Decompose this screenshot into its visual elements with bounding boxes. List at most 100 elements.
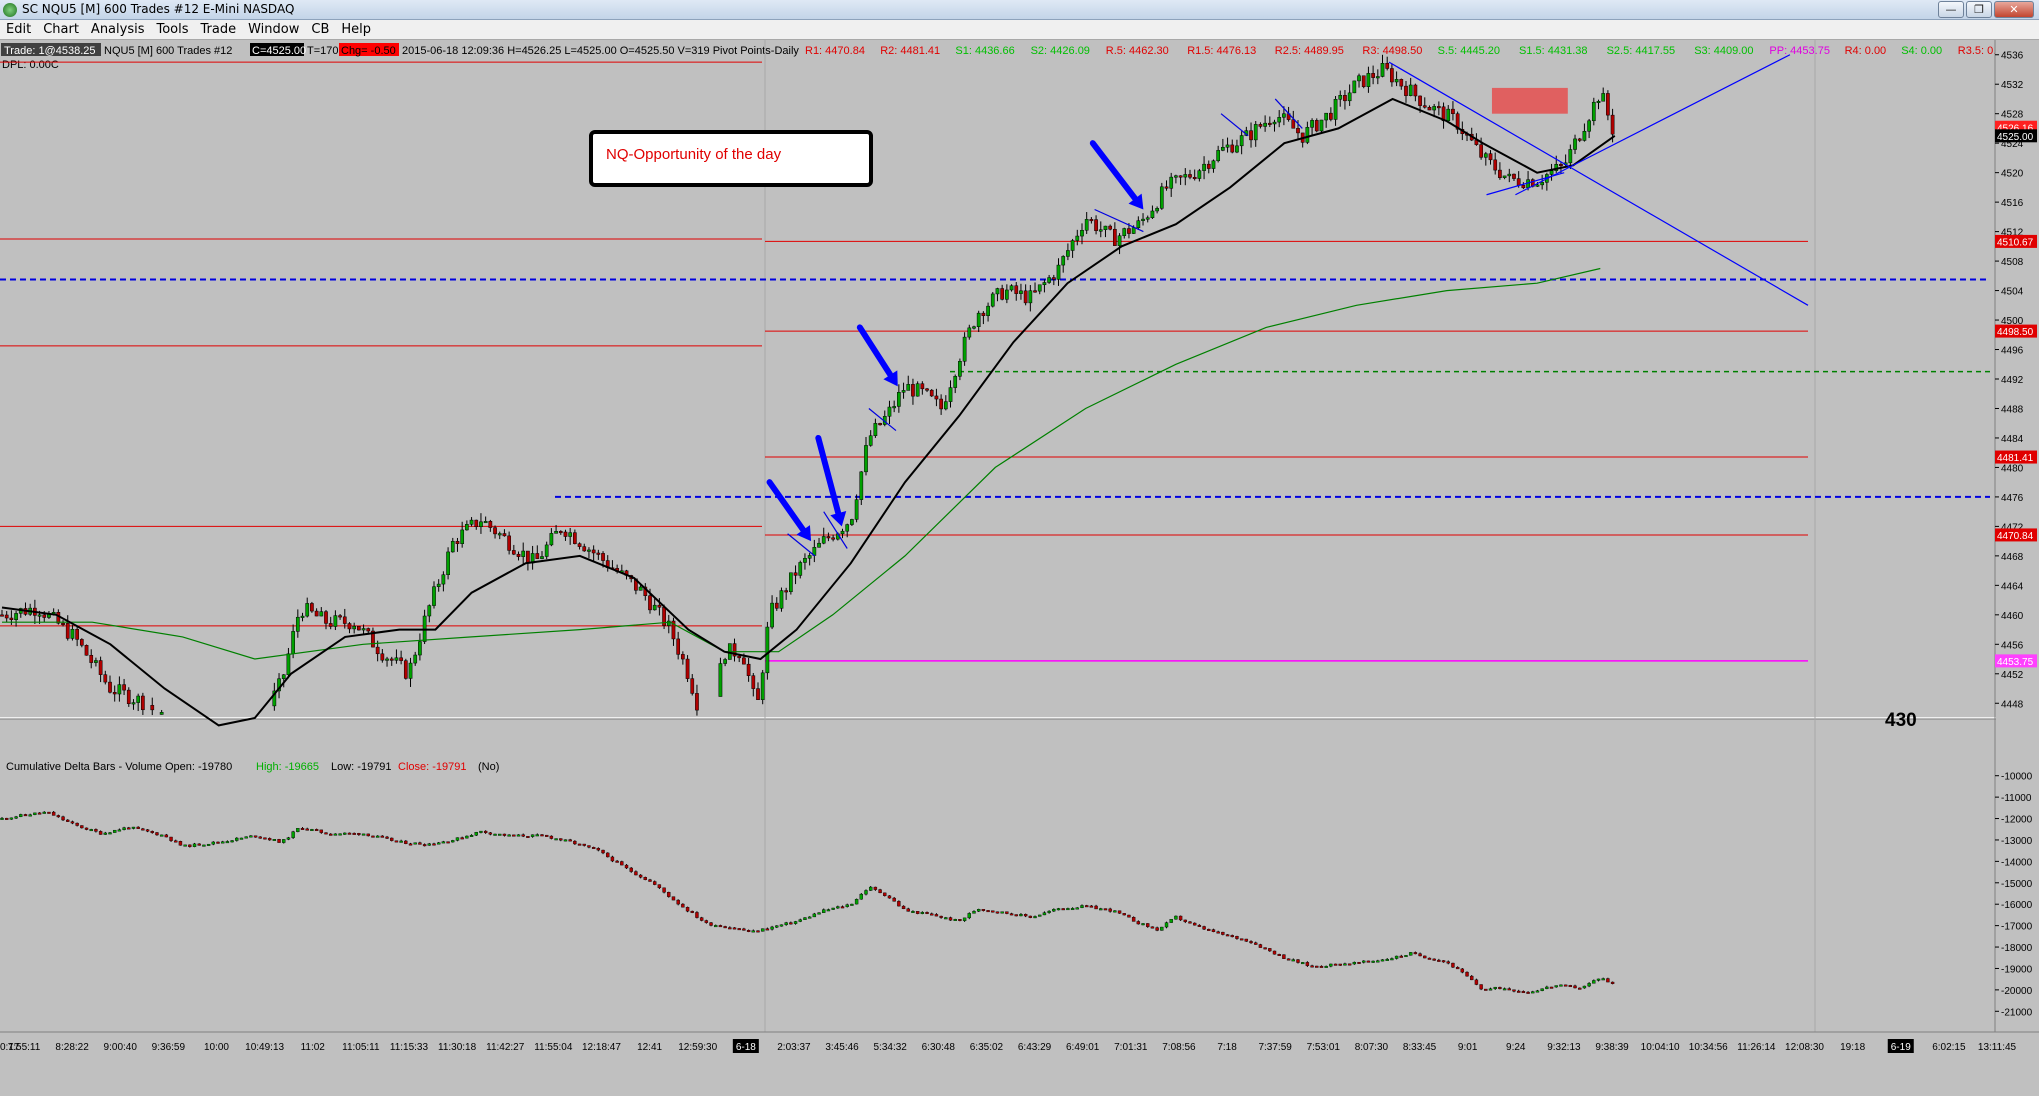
candle-body [1512,173,1516,179]
delta-bar [699,917,704,921]
candle-body [1502,175,1507,178]
chart-area[interactable]: Trade: 1@4538.25 NQU5 [M] 600 Trades #12… [0,40,2039,1092]
candle-body [446,551,450,575]
candle-body [953,376,958,388]
candle-body [408,662,413,679]
candle-body [1178,175,1183,178]
candle-body [1009,285,1014,291]
delta-tick-label: -18000 [2001,943,2033,954]
menu-edit[interactable]: Edit [0,20,37,37]
pivot-value[interactable]: S2.5: 4417.55 [1607,45,1676,57]
price-tick-label: 4492 [2001,375,2024,386]
delta-bar [249,835,253,838]
delta-bar [1272,950,1277,955]
delta-bar [206,843,211,846]
pivot-value[interactable]: S4: 0.00 [1901,45,1942,57]
price-axis[interactable]: 4448445244564460446444684472447644804484… [1995,40,2039,1092]
pivot-value[interactable]: R2.5: 4489.95 [1275,45,1344,57]
delta-bar [357,833,361,835]
candle-body [432,586,436,606]
candle-body [483,521,488,524]
delta-bar [953,919,957,921]
menu-cb[interactable]: CB [305,20,335,37]
delta-bar [1094,905,1098,910]
delta-bar [1221,931,1225,935]
delta-bar [554,838,558,841]
candle-body [37,614,42,617]
symbol-label: NQU5 [M] 600 Trades #12 [104,45,232,57]
delta-bar [1207,928,1211,931]
candle-body [131,702,136,705]
delta-bar [685,906,690,912]
delta-bar [934,914,939,917]
pivot-value[interactable]: R2: 4481.41 [880,45,940,57]
price-tick-label: 4456 [2001,640,2024,651]
minimize-button[interactable]: — [1938,1,1964,18]
delta-bar [1000,911,1004,914]
delta-bar [131,826,136,829]
candle-body [497,533,502,536]
delta-bar [1606,978,1610,983]
maximize-button[interactable]: ❐ [1966,1,1992,18]
menu-help[interactable]: Help [335,20,377,37]
menu-window[interactable]: Window [242,20,305,37]
candle-body [737,655,742,659]
candle-body [357,625,361,631]
pivot-value[interactable]: S1: 4436.66 [955,45,1014,57]
delta-bar [286,837,291,840]
delta-bar [822,909,826,913]
pivot-value[interactable]: PP: 4453.75 [1769,45,1830,57]
time-tick-label: 11:26:14 [1737,1042,1776,1053]
candle-body [1047,277,1051,283]
delta-bar [310,829,314,832]
time-axis[interactable]: 0:177:55:11 8:28:22 9:00:40 9:36:59 10:00 10:… [0,1031,2039,1053]
candle-body [79,639,84,646]
delta-bar [643,877,647,880]
delta-bar [1225,934,1230,937]
delta-bar [220,841,225,844]
candle-body [789,572,793,593]
candle-body [403,660,408,679]
candle-body [826,536,831,539]
pivot-value[interactable]: S1.5: 4431.38 [1519,45,1588,57]
delta-bar [404,840,408,844]
candle-body [488,521,493,528]
time-tick-label: 9:01 [1458,1042,1478,1053]
candle-body [1197,170,1202,179]
pivot-value[interactable]: S.5: 4445.20 [1438,45,1500,57]
menu-chart[interactable]: Chart [37,20,85,37]
pivot-value[interactable]: R4: 0.00 [1845,45,1887,57]
candle-body [1000,288,1005,300]
menu-trade[interactable]: Trade [195,20,243,37]
delta-bar [1188,921,1192,924]
delta-bar [779,924,784,927]
delta-bar [159,834,164,837]
candle-body [1019,290,1023,294]
delta-bar [1418,953,1422,957]
time-tick-label: 12:41 [637,1042,662,1053]
candle-body [990,293,995,307]
close-button[interactable]: ✕ [1994,1,2034,18]
delta-tick-label: -20000 [2001,986,2033,997]
candle-body [558,531,563,534]
candle-body [831,537,835,540]
candle-body [1535,184,1540,187]
delta-bar [1394,955,1399,959]
delta-bar [413,842,417,845]
pivot-value[interactable]: R1: 4470.84 [805,45,865,57]
chart-svg[interactable]: Trade: 1@4538.25 NQU5 [M] 600 Trades #12… [0,40,2039,1092]
delta-tick-label: -11000 [2001,793,2032,804]
pivot-value[interactable]: R.5: 4462.30 [1106,45,1169,57]
delta-bar [1310,965,1314,968]
menu-tools[interactable]: Tools [150,20,194,37]
candle-body [681,654,685,660]
pivot-value[interactable]: S2: 4426.09 [1031,45,1090,57]
delta-bar [967,913,971,919]
pivot-value[interactable]: R3: 4498.50 [1362,45,1422,57]
delta-low: Low: -19791 [331,761,392,773]
pivot-value[interactable]: R1.5: 4476.13 [1187,45,1256,57]
delta-bar [991,910,995,913]
pivot-value[interactable]: S3: 4409.00 [1694,45,1753,57]
menu-analysis[interactable]: Analysis [85,20,151,37]
candle-body [981,312,986,316]
